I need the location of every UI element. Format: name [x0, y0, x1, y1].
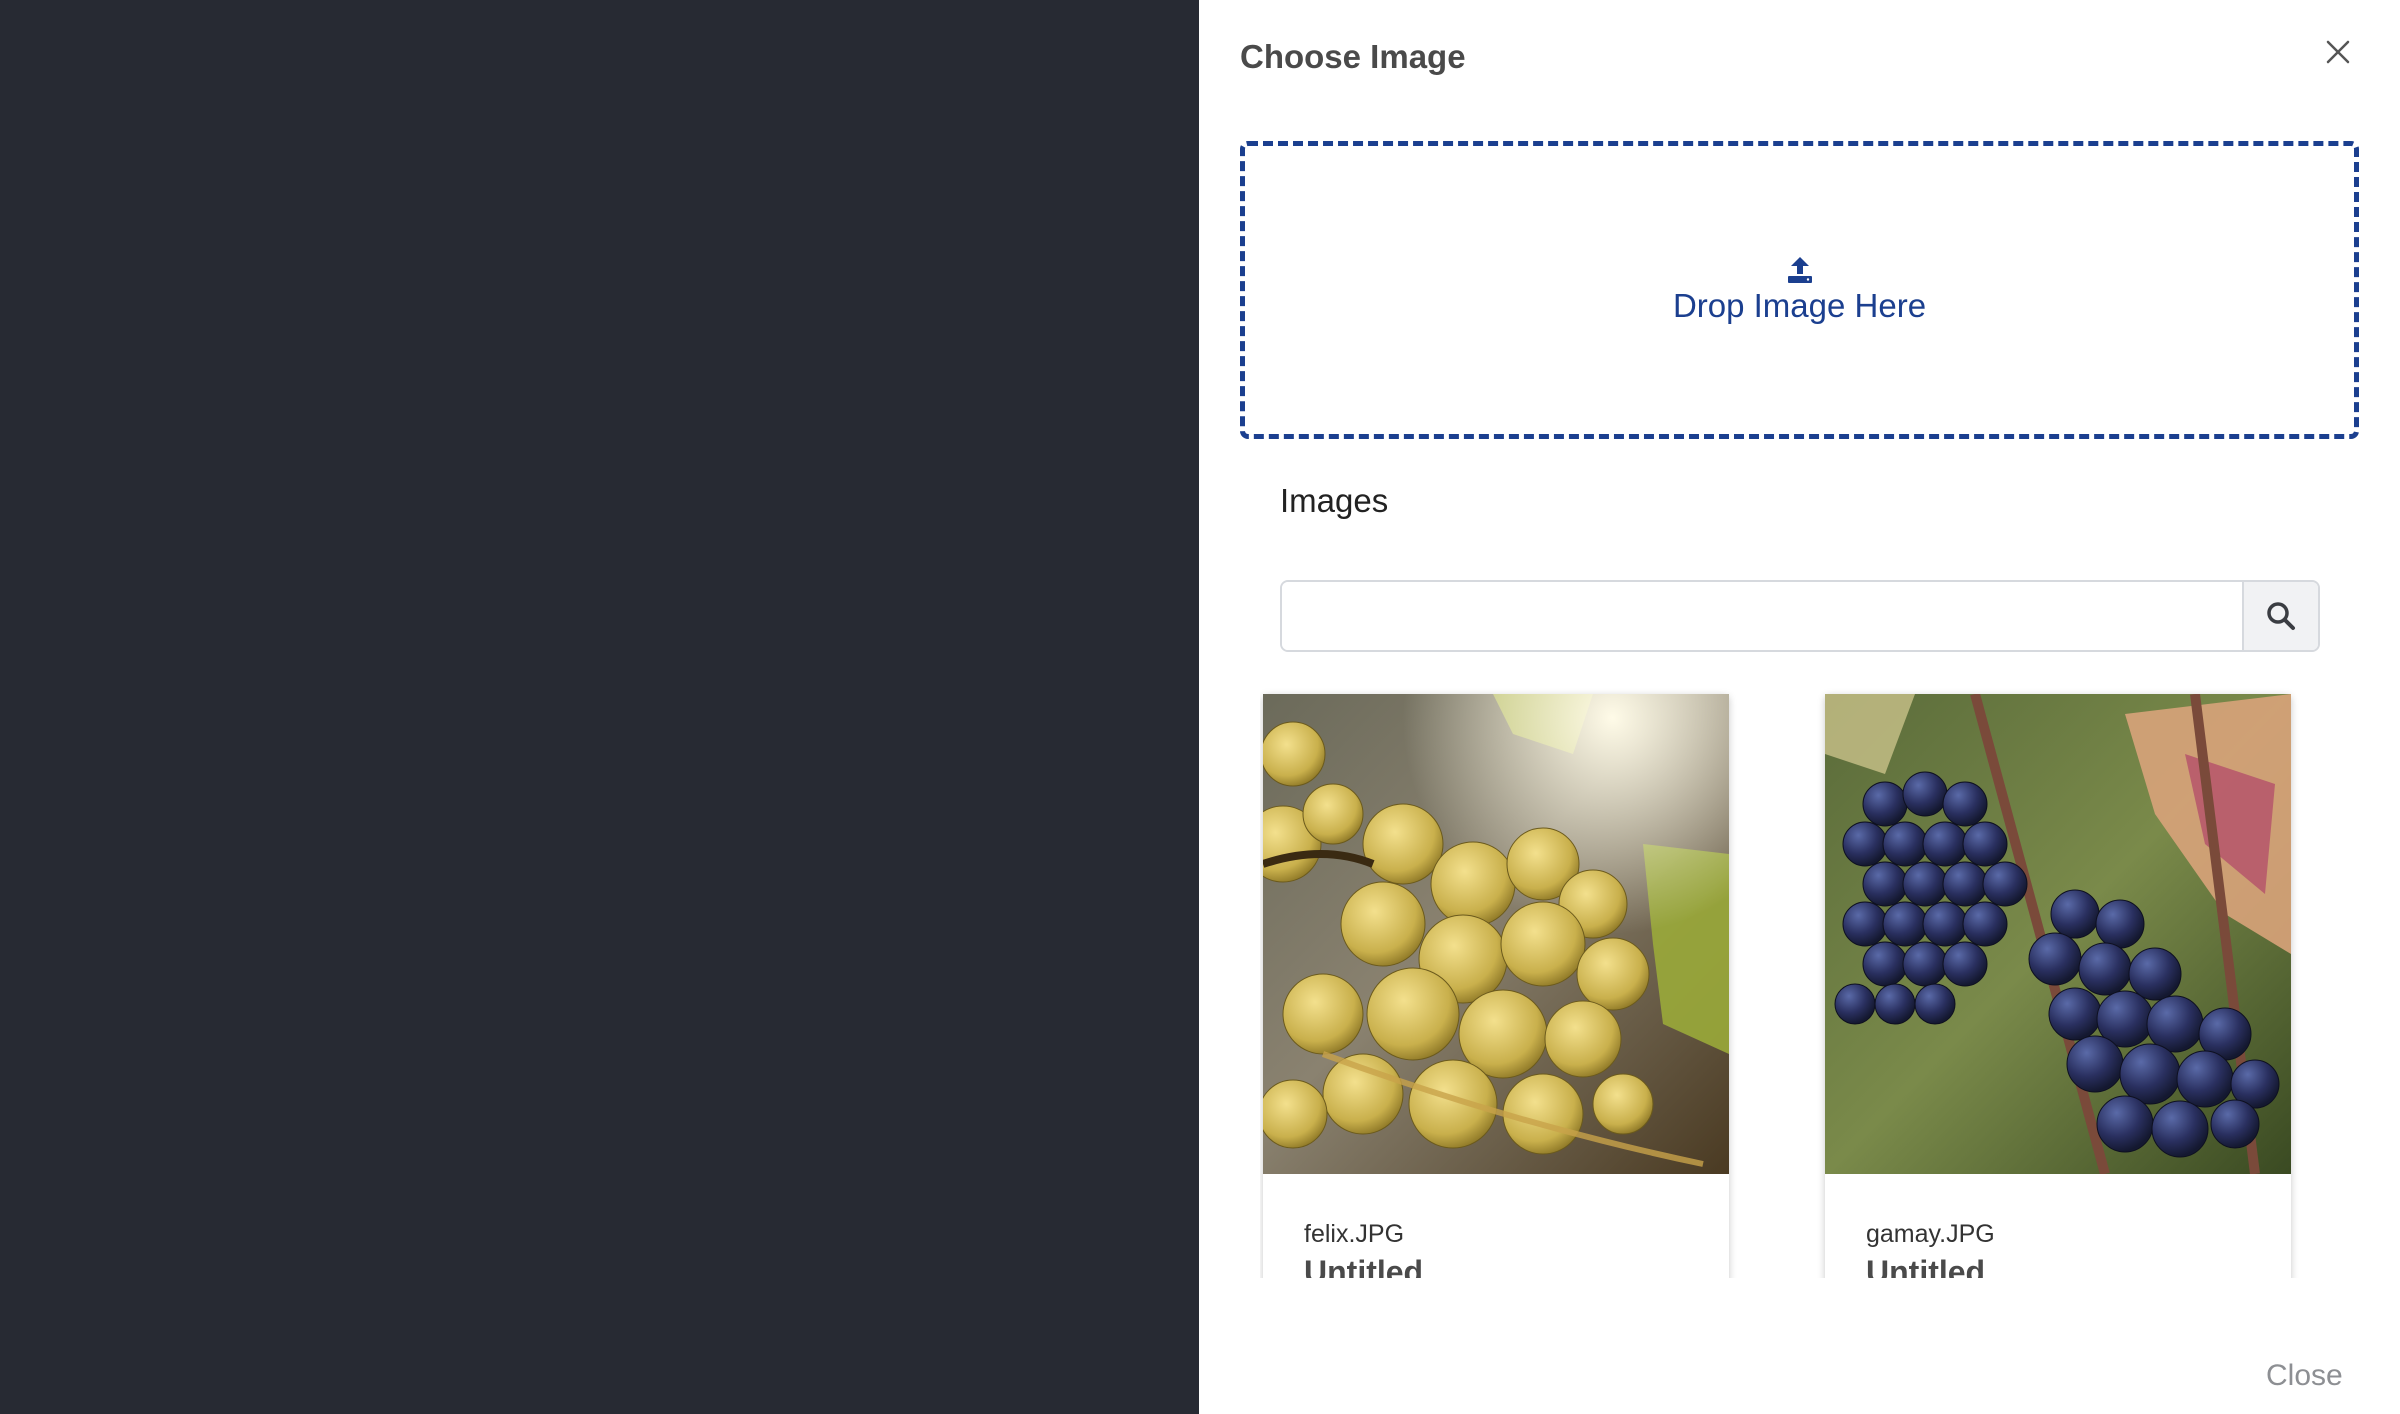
close-icon[interactable] [2322, 36, 2354, 68]
dropzone-label: Drop Image Here [1672, 287, 1927, 324]
image-thumbnail-white-grapes [1263, 694, 1729, 1174]
image-filename: gamay.JPG [1866, 1220, 1995, 1248]
image-thumbnail-dark-grapes [1825, 694, 2291, 1174]
modal-backdrop[interactable] [0, 0, 1199, 1414]
search-button[interactable] [2242, 582, 2318, 650]
image-filename: felix.JPG [1304, 1220, 1405, 1248]
image-grid[interactable]: felix.JPG Untitled gamay.JPG Untitled [1260, 680, 2340, 1278]
close-button[interactable]: Close [2266, 1359, 2343, 1393]
image-card[interactable]: felix.JPG Untitled [1263, 694, 1729, 1278]
search-input[interactable] [1282, 582, 2242, 650]
images-heading: Images [1280, 482, 1389, 519]
image-title: Untitled [1304, 1254, 1424, 1278]
image-search [1280, 580, 2320, 652]
search-icon [2267, 602, 2295, 630]
upload-icon [1787, 257, 1812, 283]
panel-title: Choose Image [1240, 38, 1466, 75]
image-dropzone[interactable]: Drop Image Here [1240, 141, 2359, 439]
image-title: Untitled [1866, 1254, 1986, 1278]
image-card[interactable]: gamay.JPG Untitled [1825, 694, 2291, 1278]
